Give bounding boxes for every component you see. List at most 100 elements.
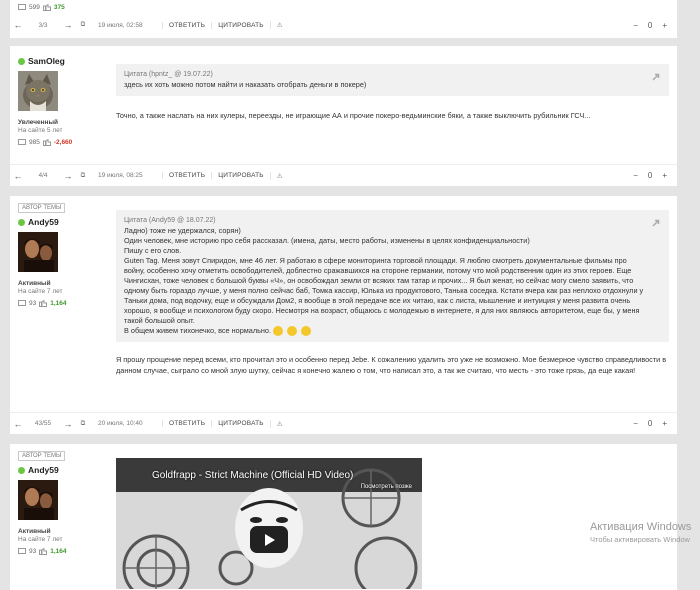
quote-header: Цитата (Andy59 @ 18.07.22): [124, 217, 216, 224]
member-since: На сайте 5 лет: [18, 127, 63, 134]
report-icon[interactable]: ⚠: [269, 21, 289, 29]
next-arrow-icon[interactable]: →: [60, 171, 76, 181]
comment-icon: [18, 4, 26, 10]
username[interactable]: Andy59: [28, 465, 59, 475]
user-stats: 599 375: [18, 4, 65, 11]
comment-icon: [18, 548, 26, 554]
rating-value: 1,164: [50, 548, 67, 555]
minus-vote-button[interactable]: −: [633, 21, 638, 30]
copy-link-icon[interactable]: ⧉: [76, 420, 90, 428]
post-counter: 3/3: [38, 21, 48, 29]
post-card: АВТОР ТЕМЫ Andy59 Активный На сайте 7 ле…: [10, 196, 677, 434]
user-stats: 93 1,164: [18, 300, 108, 307]
plus-vote-button[interactable]: +: [662, 21, 667, 30]
vote-controls: − 0 +: [633, 21, 677, 30]
post-text: Я прошу прощение перед всеми, кто прочит…: [116, 355, 667, 376]
topic-author-badge: АВТОР ТЕМЫ: [18, 451, 66, 461]
quote-button[interactable]: ЦИТИРОВАТЬ: [211, 21, 270, 29]
user-stats: 93 1,164: [18, 548, 108, 555]
person-avatar-image: [18, 232, 58, 272]
post-content: Цитата (hpntz_ @ 19.07.22) здесь их хоть…: [116, 64, 669, 121]
prev-arrow-icon[interactable]: ←: [10, 419, 26, 429]
report-icon[interactable]: ⚠: [269, 419, 289, 428]
minus-vote-button[interactable]: −: [633, 171, 638, 180]
post-content: Цитата (Andy59 @ 18.07.22) Ладно) тоже н…: [116, 210, 669, 376]
post-date: 19 июля, 02:58: [98, 21, 143, 29]
avatar[interactable]: [18, 480, 58, 520]
avatar[interactable]: [18, 232, 58, 272]
play-button-icon[interactable]: [250, 526, 288, 553]
user-rank: Увлеченный: [18, 119, 58, 126]
avatar[interactable]: [18, 71, 58, 111]
reply-button[interactable]: ОТВЕТИТЬ: [162, 21, 211, 29]
minus-vote-button[interactable]: −: [633, 419, 638, 428]
person-avatar-image: [18, 480, 58, 520]
smile-emoji-icon: [273, 326, 284, 336]
author-block: АВТОР ТЕМЫ Andy59 Активный На сайте 7 ле…: [18, 202, 108, 307]
reply-button[interactable]: ОТВЕТИТЬ: [162, 420, 211, 427]
rating-value: 1,164: [50, 300, 67, 307]
post-date: 20 июля, 10:40: [98, 420, 143, 427]
user-rank: Активный: [18, 280, 51, 287]
comment-count: 93: [29, 548, 37, 555]
watermark-subtitle: Чтобы активировать Window: [590, 535, 690, 544]
username[interactable]: SamOleg: [28, 56, 65, 66]
comment-icon: [18, 139, 26, 145]
next-arrow-icon[interactable]: →: [60, 20, 76, 30]
cat-avatar-image: [18, 71, 58, 111]
username[interactable]: Andy59: [28, 217, 59, 227]
prev-arrow-icon[interactable]: ←: [10, 171, 26, 181]
comment-count: 599: [29, 4, 40, 11]
post-counter: 43/55: [34, 420, 52, 427]
prev-arrow-icon[interactable]: ←: [10, 20, 26, 30]
post-card: SamOleg Увлеченный На сайте 5 лет 985 -2…: [10, 46, 677, 186]
video-title[interactable]: Goldfrapp - Strict Machine (Official HD …: [152, 470, 353, 481]
quote-button[interactable]: ЦИТИРОВАТЬ: [211, 172, 270, 179]
windows-activation-watermark: Активация Windows Чтобы активировать Win…: [590, 521, 691, 544]
post-footer: ← 4/4 → ⧉ 19 июля, 08:25 ОТВЕТИТЬ ЦИТИРО…: [10, 164, 677, 186]
plus-vote-button[interactable]: +: [662, 419, 667, 428]
report-icon[interactable]: ⚠: [269, 171, 289, 180]
quote-content: Ладно) тоже не удержался, сорян) Один че…: [124, 226, 645, 336]
post-card: АВТОР ТЕМЫ Andy59 Активный На сайте 7 ле…: [10, 444, 677, 590]
rating-icon: [42, 139, 51, 146]
post-score: 0: [647, 20, 653, 30]
online-indicator: [18, 218, 25, 226]
next-arrow-icon[interactable]: →: [60, 419, 76, 429]
post-counter: 4/4: [38, 172, 48, 179]
quote-button[interactable]: ЦИТИРОВАТЬ: [211, 420, 270, 427]
author-block: SamOleg Увлеченный На сайте 5 лет 985 -2…: [18, 56, 108, 146]
post-text: Точно, а также наслать на них кулеры, пе…: [116, 111, 591, 120]
member-since: На сайте 7 лет: [18, 536, 63, 543]
quote-header: Цитата (hpntz_ @ 19.07.22): [124, 71, 213, 78]
online-indicator: [18, 57, 25, 65]
vote-controls: − 0 +: [633, 419, 677, 428]
laugh-emoji-icon: [287, 326, 298, 336]
copy-link-icon[interactable]: ⧉: [76, 21, 90, 29]
jump-to-quote-icon[interactable]: [652, 218, 661, 227]
post-footer: ← 3/3 → ⧉ 19 июля, 02:58 ОТВЕТИТЬ ЦИТИРО…: [10, 12, 677, 38]
post-card: 599 375 ← 3/3 → ⧉ 19 июля, 02:58 ОТВЕТИТ…: [10, 0, 677, 38]
post-footer: ← 43/55 → ⧉ 20 июля, 10:40 ОТВЕТИТЬ ЦИТИ…: [10, 412, 677, 434]
vote-controls: − 0 +: [633, 171, 677, 180]
topic-author-badge: АВТОР ТЕМЫ: [18, 203, 66, 213]
quote-block: Цитата (Andy59 @ 18.07.22) Ладно) тоже н…: [116, 210, 669, 343]
grin-emoji-icon: [301, 326, 312, 336]
quote-text: Ладно) тоже не удержался, сорян) Один че…: [124, 226, 644, 336]
jump-to-quote-icon[interactable]: [652, 72, 661, 81]
author-block: АВТОР ТЕМЫ Andy59 Активный На сайте 7 ле…: [18, 450, 108, 555]
plus-vote-button[interactable]: +: [662, 171, 667, 180]
video-embed[interactable]: Goldfrapp - Strict Machine (Official HD …: [116, 458, 422, 589]
member-since: На сайте 7 лет: [18, 288, 63, 295]
post-date: 19 июля, 08:25: [98, 172, 143, 179]
watermark-title: Активация Windows: [590, 521, 692, 533]
user-stats: 985 -2,660: [18, 139, 108, 146]
user-rank: Активный: [18, 528, 51, 535]
watch-later-button[interactable]: Посмотреть позже: [361, 484, 412, 490]
comment-count: 93: [29, 300, 37, 307]
post-content: Goldfrapp - Strict Machine (Official HD …: [116, 453, 669, 589]
post-score: 0: [647, 171, 653, 180]
copy-link-icon[interactable]: ⧉: [76, 172, 90, 180]
reply-button[interactable]: ОТВЕТИТЬ: [162, 172, 211, 179]
rating-value: -2,660: [53, 139, 73, 146]
